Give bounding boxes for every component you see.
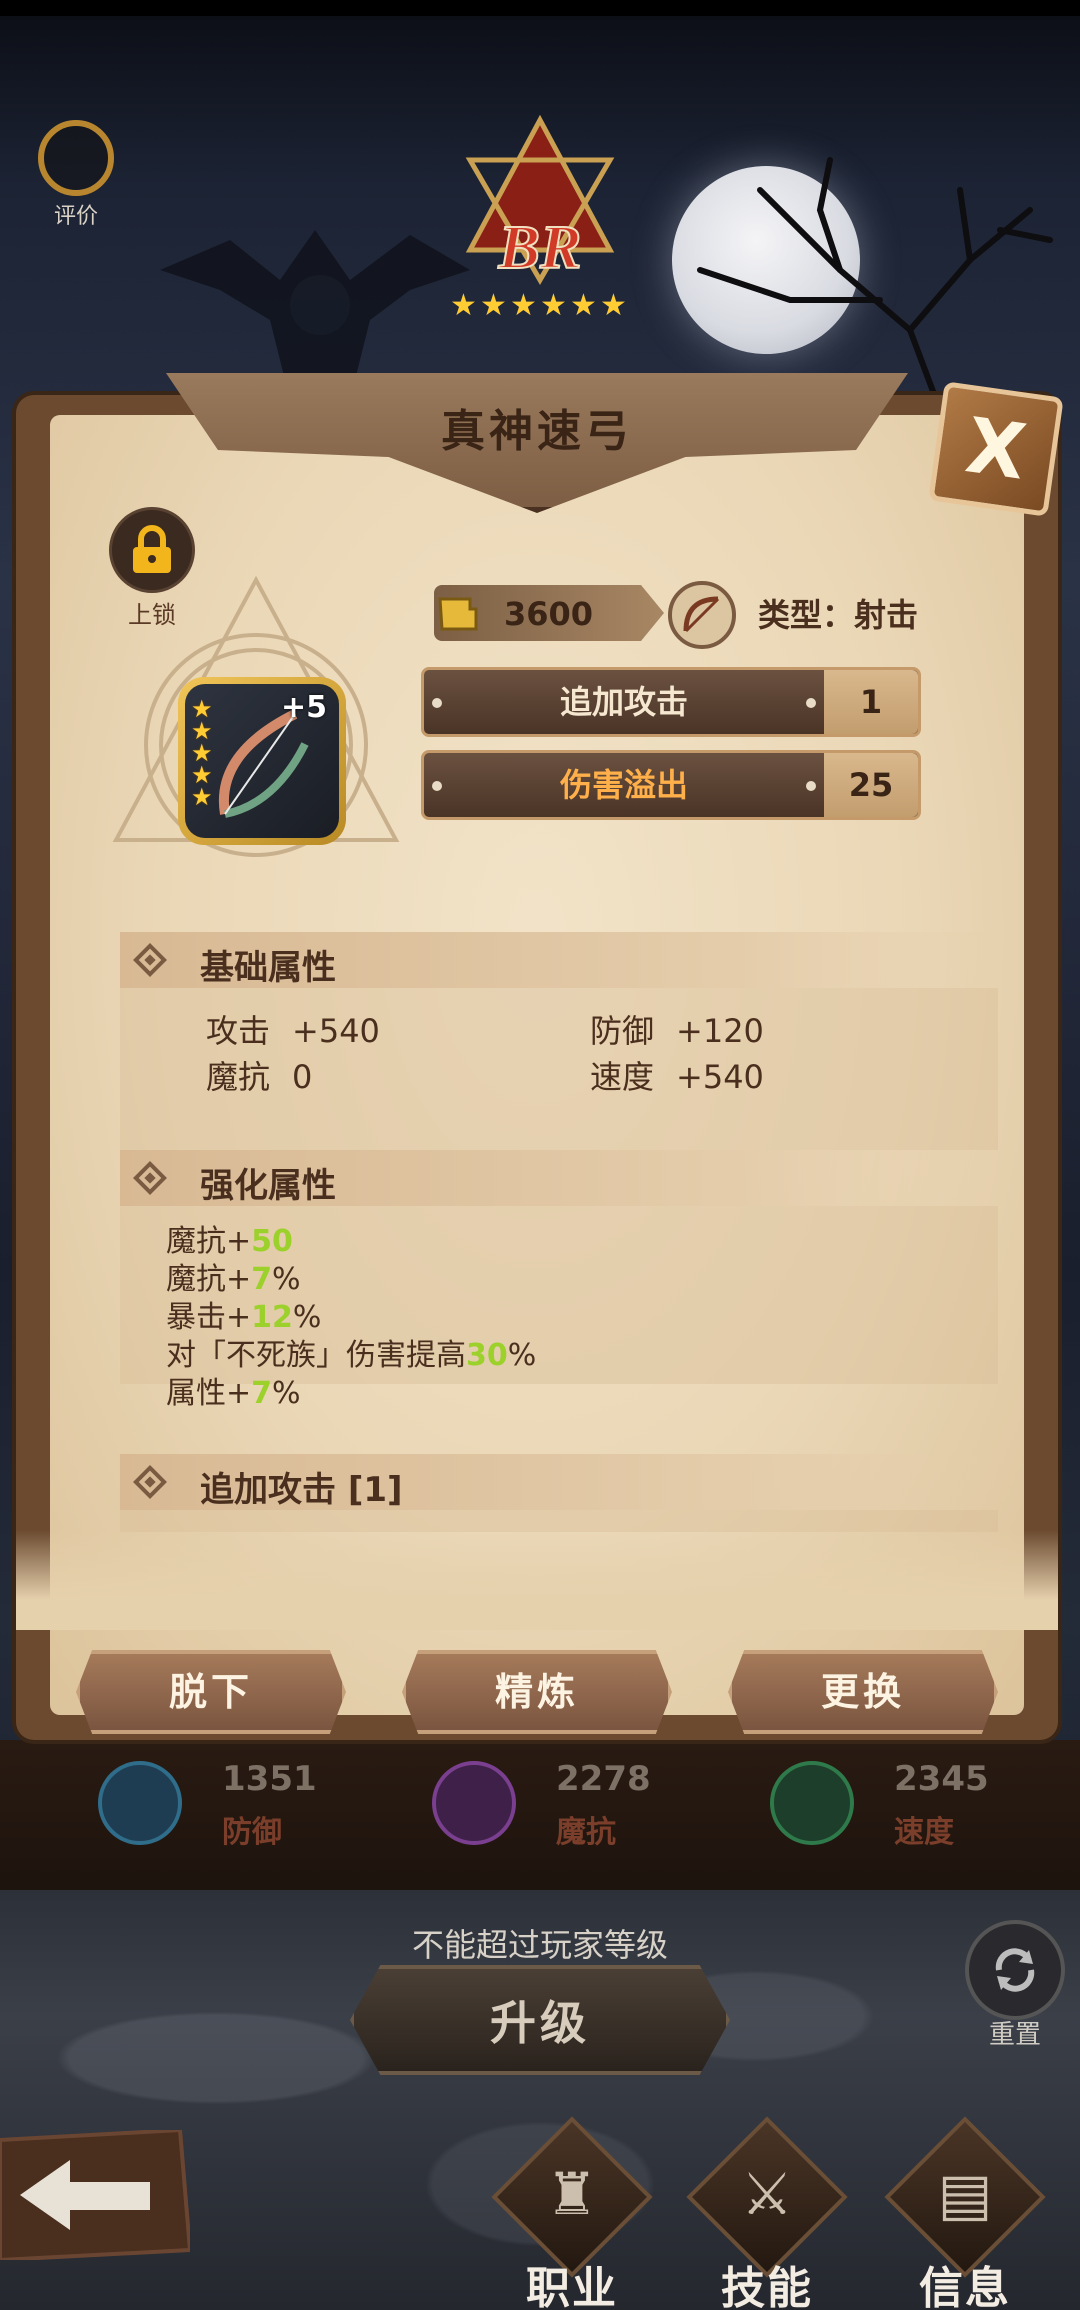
close-button[interactable]: X bbox=[928, 381, 1064, 517]
svg-text:★: ★ bbox=[570, 288, 597, 323]
svg-text:★: ★ bbox=[540, 288, 567, 323]
attribute-scroll-area[interactable]: 基础属性 攻击 +540 防御 +120 魔抗 0 速度 +540 强化属性 魔抗+50… bbox=[120, 932, 998, 1532]
option-name: 伤害溢出 bbox=[559, 766, 688, 804]
attr-magic-resist: 魔抗 0 bbox=[206, 1058, 313, 1096]
rank-stars: ★ ★ ★ ★ ★ ★ bbox=[450, 288, 627, 323]
power-badge: 3600 bbox=[434, 585, 664, 641]
class-icon: ♜ bbox=[546, 2160, 598, 2228]
option-value: 1 bbox=[824, 670, 918, 734]
item-stars: ★ ★ ★ ★ ★ bbox=[191, 695, 213, 811]
level-limit-text: 不能超过玩家等级 bbox=[411, 1926, 668, 1964]
reset-button[interactable]: 重置 bbox=[960, 1920, 1070, 2050]
power-value: 3600 bbox=[504, 595, 594, 633]
status-bar bbox=[0, 0, 1080, 16]
unequip-button[interactable]: 脱下 bbox=[76, 1650, 346, 1734]
svg-text:★: ★ bbox=[600, 288, 627, 323]
type-label: 类型：射击 bbox=[758, 596, 919, 634]
item-title: 真神速弓 bbox=[441, 406, 633, 457]
section-header-extra-attack: 追加攻击 [1] bbox=[120, 1454, 998, 1510]
rank-emblem: BR ★ ★ ★ ★ ★ ★ bbox=[450, 114, 627, 323]
section-title: 强化属性 bbox=[200, 1166, 336, 1206]
magic-shield-icon bbox=[432, 1761, 516, 1845]
attr-attack: 攻击 +540 bbox=[206, 1012, 380, 1050]
nav-info[interactable]: ▤ 信息 bbox=[884, 2116, 1046, 2310]
attr-defense: 防御 +120 bbox=[590, 1012, 764, 1050]
info-icon: ▤ bbox=[937, 2160, 993, 2228]
enhance-line: 属性+7% bbox=[166, 1376, 301, 1411]
diamond-icon bbox=[133, 1465, 167, 1499]
diamond-icon bbox=[133, 1161, 167, 1195]
section-header-base: 基础属性 bbox=[120, 932, 998, 988]
nav-class[interactable]: ♜ 职业 bbox=[491, 2116, 653, 2310]
refresh-icon bbox=[965, 1920, 1065, 2020]
replace-button[interactable]: 更换 bbox=[728, 1650, 998, 1734]
section-header-enhance: 强化属性 bbox=[120, 1150, 998, 1206]
close-icon: X bbox=[960, 400, 1032, 497]
refine-button[interactable]: 精炼 bbox=[402, 1650, 672, 1734]
option-bar-extra-attack: 追加攻击 1 bbox=[421, 667, 921, 737]
nav-skill[interactable]: ⚔ 技能 bbox=[686, 2116, 848, 2310]
item-plus: +5 bbox=[280, 690, 327, 725]
rank-label: BR bbox=[498, 214, 582, 282]
scroll-fade bbox=[16, 1530, 1058, 1630]
attr-speed: 速度 +540 bbox=[590, 1058, 764, 1096]
stat-label: 魔抗 bbox=[556, 1815, 616, 1850]
bow-type-icon bbox=[668, 581, 736, 649]
option-name: 追加攻击 bbox=[559, 683, 688, 721]
nav-label: 信息 bbox=[919, 2263, 1011, 2310]
svg-text:★: ★ bbox=[510, 288, 537, 323]
item-icon[interactable]: ★ ★ ★ ★ ★ +5 bbox=[178, 677, 346, 845]
nav-label: 职业 bbox=[526, 2263, 618, 2310]
shield-icon bbox=[98, 1761, 182, 1845]
fist-icon bbox=[438, 597, 478, 631]
section-title: 基础属性 bbox=[200, 948, 336, 988]
section-title: 追加攻击 [1] bbox=[200, 1470, 403, 1510]
skill-icon: ⚔ bbox=[741, 2160, 793, 2228]
stat-value: 1351 bbox=[222, 1759, 317, 1799]
rating-ring-icon bbox=[38, 120, 114, 196]
level-up-label: 升级 bbox=[490, 1996, 590, 2050]
base-attrs: 攻击 +540 防御 +120 魔抗 0 速度 +540 bbox=[120, 988, 998, 1150]
option-bar-overflow: 伤害溢出 25 bbox=[421, 750, 921, 820]
item-detail-panel: 真神速弓 X 上锁 ★ ★ ★ ★ ★ +5 3600 类型：射击 追加攻击 1… bbox=[16, 373, 1064, 1740]
enhance-attrs: 魔抗+50 魔抗+7% 暴击+12% 对「不死族」伤害提高30% 属性+7% bbox=[120, 1206, 998, 1411]
stat-value: 2345 bbox=[894, 1759, 989, 1799]
stat-label: 速度 bbox=[894, 1815, 954, 1850]
stat-label: 防御 bbox=[222, 1815, 282, 1850]
diamond-icon bbox=[133, 943, 167, 977]
back-button[interactable] bbox=[0, 2130, 190, 2260]
boot-icon bbox=[770, 1761, 854, 1845]
reset-label: 重置 bbox=[988, 2020, 1041, 2050]
svg-text:★: ★ bbox=[450, 288, 477, 323]
rating-button[interactable]: 评价 bbox=[36, 120, 116, 230]
svg-text:★: ★ bbox=[480, 288, 507, 323]
nav-label: 技能 bbox=[721, 2263, 813, 2310]
level-up-button[interactable]: 升级 bbox=[350, 1965, 730, 2075]
option-value: 25 bbox=[824, 753, 918, 817]
dead-tree bbox=[697, 157, 1053, 410]
stat-value: 2278 bbox=[556, 1759, 651, 1799]
extra-attack-body bbox=[120, 1510, 998, 1532]
rating-label: 评价 bbox=[53, 204, 98, 229]
